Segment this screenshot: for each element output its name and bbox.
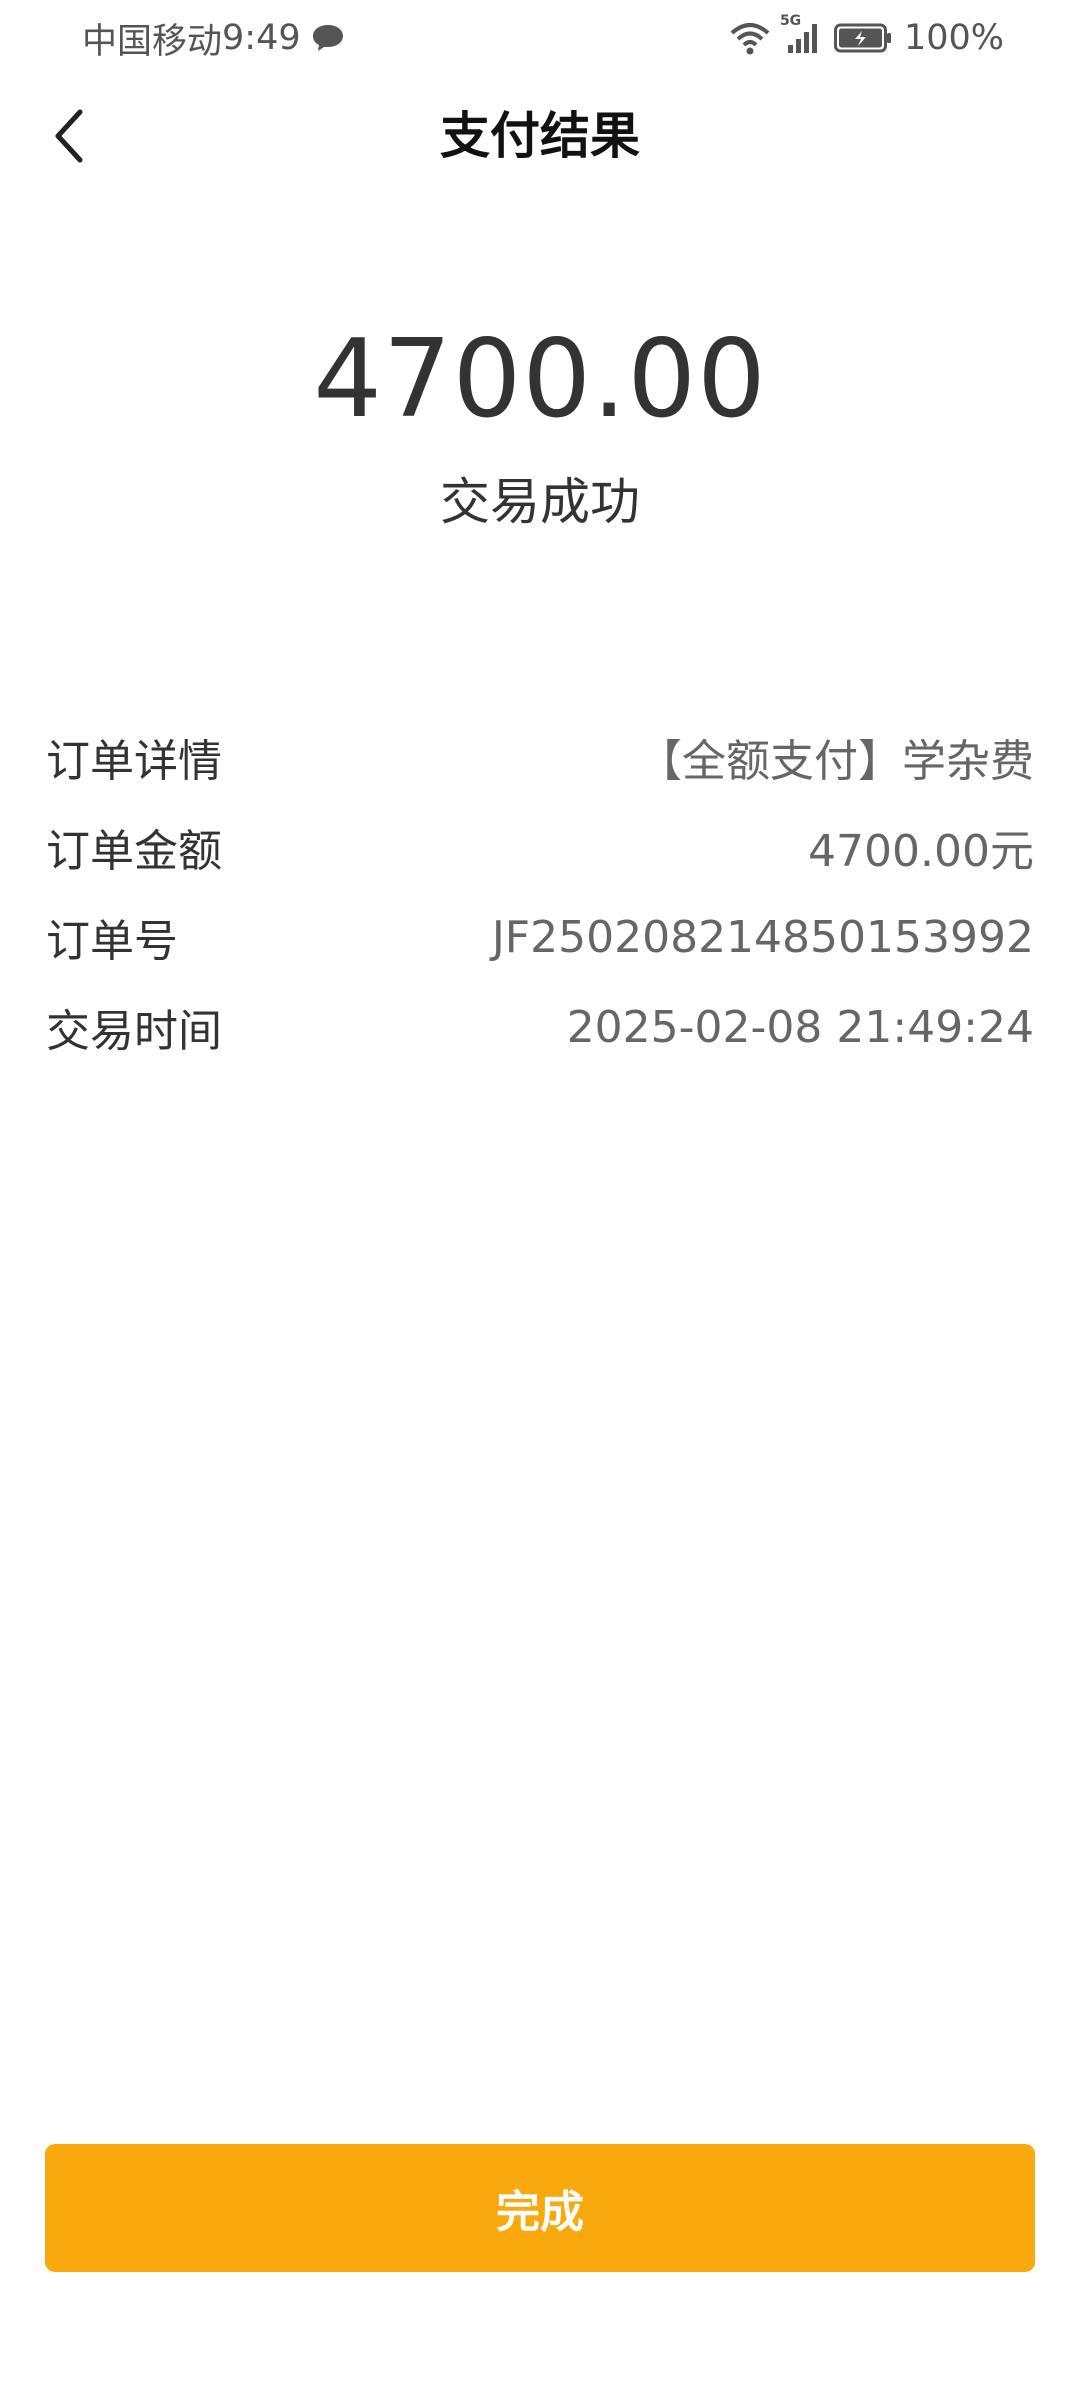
detail-value: JF2502082148501539​92 [491, 911, 1034, 963]
message-bubble-icon [311, 23, 345, 53]
detail-row-order-amount: 订单金额 4700.00元 [46, 802, 1034, 892]
transaction-status: 交易成功 [440, 473, 640, 531]
status-bar: 中国移动 9:49 5G 100% [0, 0, 1080, 76]
status-time: 9:49 [222, 18, 301, 58]
detail-label: 交易时间 [46, 1006, 222, 1057]
done-button-label: 完成 [496, 2187, 584, 2238]
detail-row-order-number: 订单号 JF2502082148501539​92 [46, 892, 1034, 982]
payment-amount: 4700.00 [313, 317, 767, 442]
detail-value: 【全额支付】学杂费 [638, 736, 1034, 787]
detail-label: 订单详情 [46, 736, 222, 787]
wifi-icon [730, 21, 770, 55]
status-right: 5G 100% [730, 13, 1004, 62]
cellular-signal-icon: 5G [780, 13, 822, 55]
detail-label: 订单号 [46, 916, 178, 967]
detail-value: 2025-02-08 21:49:24 [566, 1001, 1034, 1053]
battery-icon [833, 23, 892, 53]
detail-row-order-info: 订单详情 【全额支付】学杂费 [46, 712, 1034, 802]
status-left: 中国移动 9:49 [82, 14, 345, 62]
page-title: 支付结果 [440, 107, 640, 165]
detail-row-transaction-time: 交易时间 2025-02-08 21:49:24 [46, 982, 1034, 1072]
order-details: 订单详情 【全额支付】学杂费 订单金额 4700.00元 订单号 JF25020… [46, 712, 1034, 1072]
detail-label: 订单金额 [46, 826, 222, 877]
nav-bar: 支付结果 [0, 76, 1080, 196]
battery-percent: 100% [903, 18, 1004, 58]
done-button[interactable]: 完成 [45, 2144, 1035, 2272]
network-type: 5G [779, 13, 802, 29]
detail-value: 4700.00元 [808, 826, 1034, 877]
carrier-name: 中国移动 [82, 21, 223, 62]
